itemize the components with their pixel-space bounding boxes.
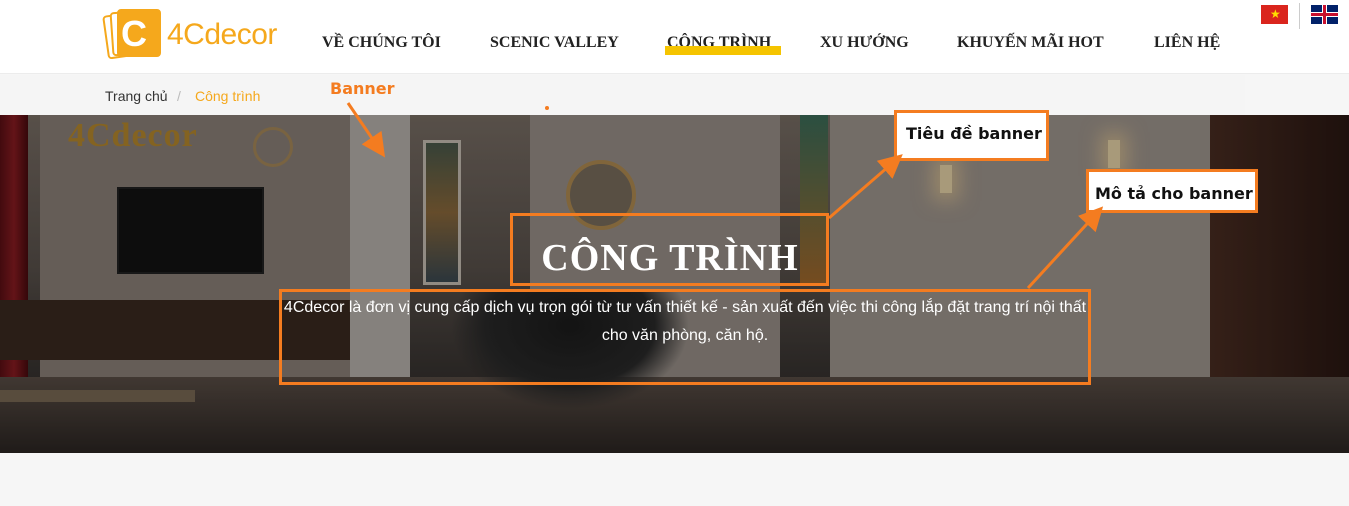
nav-item-about[interactable]: VỀ CHÚNG TÔI [322, 34, 441, 52]
annotation-title-box [510, 213, 829, 286]
annotation-banner-label: Banner [330, 79, 395, 98]
nav-item-scenic-valley[interactable]: SCENIC VALLEY [490, 34, 619, 52]
annotation-description-box [279, 289, 1091, 385]
annotation-title-label: Tiêu đề banner [906, 124, 1042, 143]
language-divider [1299, 3, 1300, 29]
nav-item-contact[interactable]: LIÊN HỆ [1154, 34, 1220, 52]
annotation-dot [545, 106, 549, 110]
breadcrumb: Trang chủ / Công trình [0, 75, 1245, 115]
nav-item-trends[interactable]: XU HƯỚNG [820, 34, 909, 52]
site-header: C 4Cdecor VỀ CHÚNG TÔI SCENIC VALLEY CÔN… [0, 0, 1349, 74]
nav-item-promotions[interactable]: KHUYẾN MÃI HOT [957, 34, 1104, 52]
breadcrumb-home-link[interactable]: Trang chủ [105, 88, 168, 104]
uk-flag-icon[interactable] [1311, 5, 1338, 24]
nav-active-indicator [665, 46, 781, 55]
breadcrumb-separator: / [177, 88, 181, 104]
vietnam-flag-icon[interactable]: ★ [1261, 5, 1288, 24]
annotation-description-label: Mô tả cho banner [1095, 184, 1253, 203]
breadcrumb-current: Công trình [195, 88, 261, 104]
